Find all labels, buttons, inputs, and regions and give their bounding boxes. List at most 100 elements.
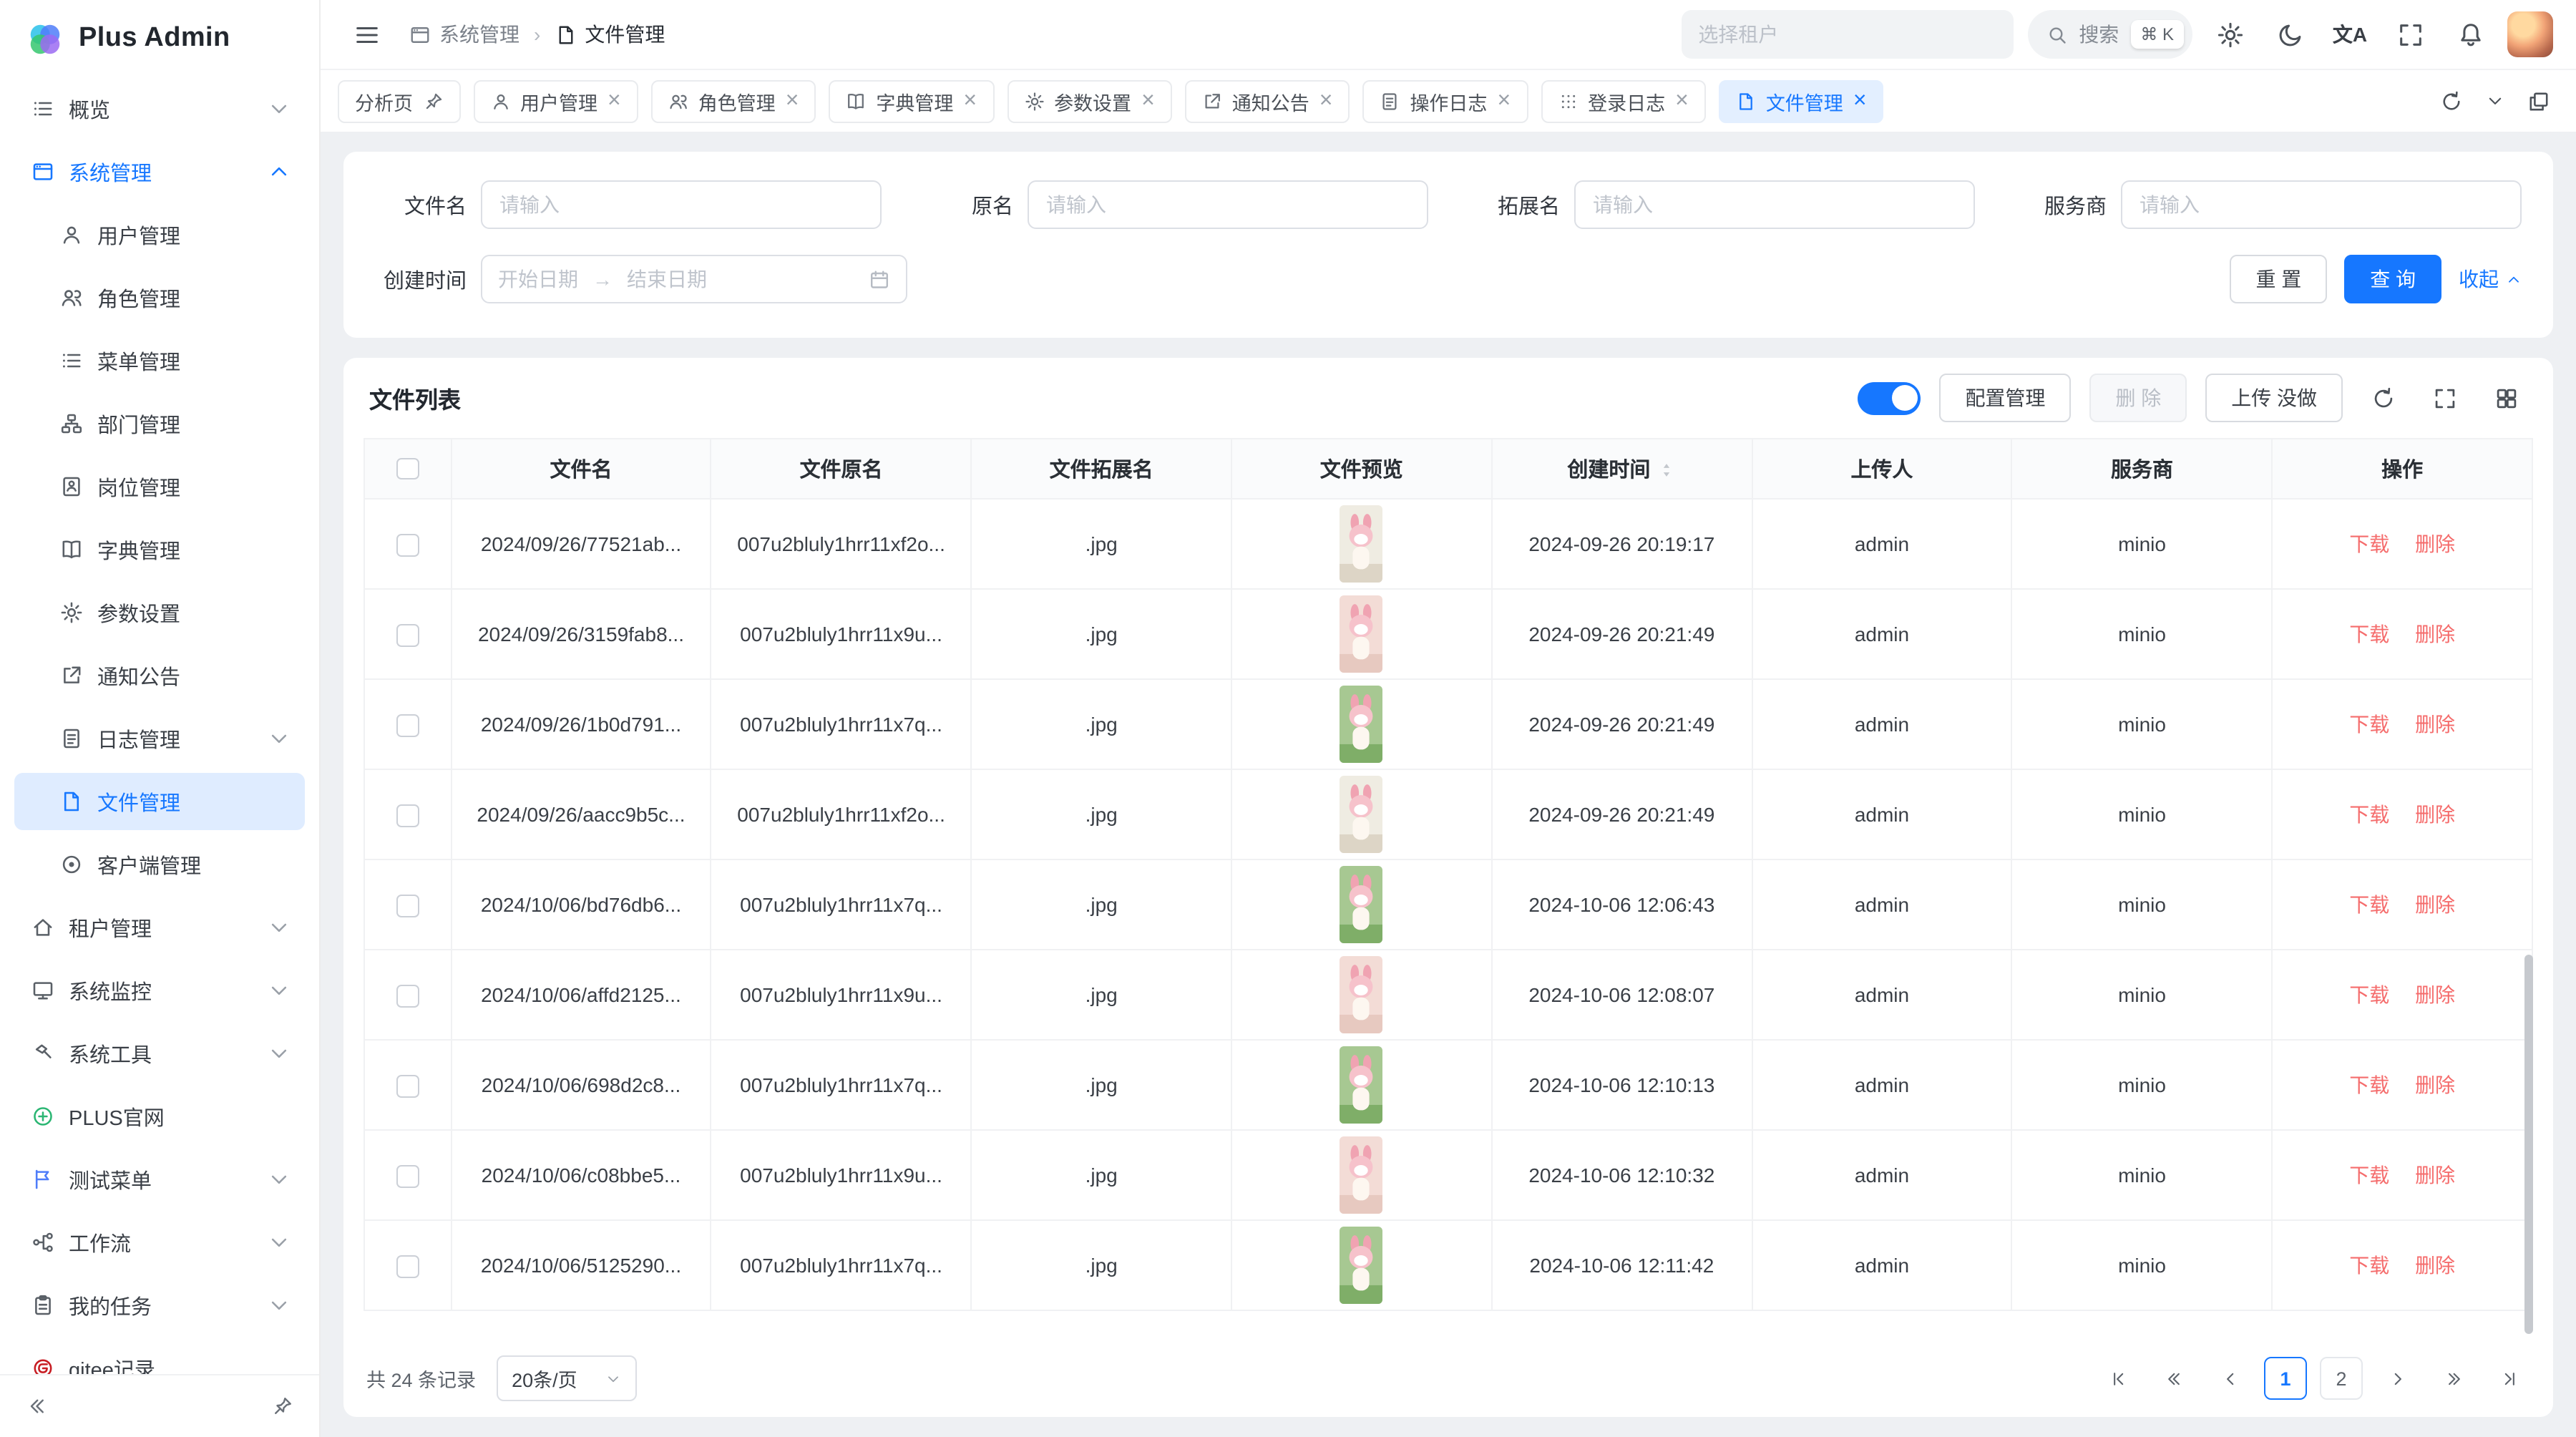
tab-close-icon[interactable]: ×	[1319, 89, 1333, 112]
download-link[interactable]: 下载	[2349, 1164, 2389, 1187]
delete-link[interactable]: 删除	[2415, 1073, 2455, 1096]
tab-close-icon[interactable]: ×	[608, 89, 621, 112]
delete-link[interactable]: 删除	[2415, 1164, 2455, 1187]
global-search[interactable]: 搜索 ⌘ K	[2027, 10, 2192, 59]
collapse-filter-link[interactable]: 收起	[2459, 265, 2522, 293]
sidebar-item[interactable]: 菜单管理	[14, 332, 305, 389]
delete-button[interactable]: 删 除	[2089, 374, 2187, 422]
file-preview-image[interactable]	[1340, 776, 1383, 853]
download-link[interactable]: 下载	[2349, 893, 2389, 916]
row-checkbox[interactable]	[396, 534, 419, 556]
row-checkbox[interactable]	[396, 1075, 419, 1097]
sidebar-item[interactable]: 角色管理	[14, 269, 305, 326]
tab[interactable]: 用户管理 ×	[473, 79, 638, 122]
sidebar-item[interactable]: 通知公告	[14, 647, 305, 704]
sidebar-item[interactable]: 概览	[14, 80, 305, 137]
file-preview-image[interactable]	[1340, 595, 1383, 673]
row-checkbox[interactable]	[396, 714, 419, 736]
sidebar-item[interactable]: 测试菜单	[14, 1151, 305, 1208]
fullscreen-list-button[interactable]	[2423, 376, 2466, 419]
notifications-button[interactable]	[2447, 11, 2493, 57]
row-checkbox[interactable]	[396, 1165, 419, 1187]
sidebar-item[interactable]: 系统管理	[14, 143, 305, 200]
tab[interactable]: 操作日志 ×	[1362, 79, 1528, 122]
sidebar-item[interactable]: 用户管理	[14, 206, 305, 263]
file-preview-image[interactable]	[1340, 686, 1383, 763]
table-scrollbar[interactable]	[2524, 955, 2533, 1334]
row-checkbox[interactable]	[396, 895, 419, 917]
app-logo[interactable]: Plus Admin	[0, 0, 319, 77]
sidebar-item[interactable]: 部门管理	[14, 395, 305, 452]
file-preview-image[interactable]	[1340, 1227, 1383, 1304]
tab[interactable]: 登录日志 ×	[1541, 79, 1706, 122]
row-checkbox[interactable]	[396, 804, 419, 827]
select-all-checkbox[interactable]	[396, 458, 419, 480]
filter-field-input[interactable]	[2121, 180, 2522, 229]
sidebar-item[interactable]: 字典管理	[14, 521, 305, 578]
file-preview-image[interactable]	[1340, 505, 1383, 583]
fullscreen-button[interactable]	[2387, 11, 2433, 57]
sidebar-toggle-button[interactable]	[343, 11, 389, 57]
filter-field-input[interactable]	[1574, 180, 1975, 229]
breadcrumb-item-file[interactable]: 文件管理	[555, 20, 665, 49]
sidebar-item[interactable]: 日志管理	[14, 710, 305, 767]
upload-button[interactable]: 上传 没做	[2205, 374, 2343, 422]
row-checkbox[interactable]	[396, 624, 419, 646]
toggle-switch[interactable]	[1858, 381, 1921, 414]
maximize-content-icon[interactable]	[2527, 89, 2550, 112]
delete-link[interactable]: 删除	[2415, 532, 2455, 555]
page-number-button[interactable]: 2	[2320, 1357, 2363, 1400]
settings-button[interactable]	[2207, 11, 2253, 57]
sort-icon[interactable]	[1657, 459, 1676, 480]
download-link[interactable]: 下载	[2349, 713, 2389, 736]
tab-close-icon[interactable]: ×	[1853, 89, 1867, 112]
next-page-button[interactable]	[2376, 1357, 2419, 1400]
download-link[interactable]: 下载	[2349, 1073, 2389, 1096]
tab-close-icon[interactable]: ×	[1141, 89, 1155, 112]
sidebar-item[interactable]: 系统工具	[14, 1025, 305, 1082]
file-preview-image[interactable]	[1340, 1046, 1383, 1124]
delete-link[interactable]: 删除	[2415, 713, 2455, 736]
download-link[interactable]: 下载	[2349, 983, 2389, 1006]
date-range-picker[interactable]: 开始日期 → 结束日期	[481, 255, 907, 303]
tab[interactable]: 角色管理 ×	[651, 79, 816, 122]
sidebar-item[interactable]: 我的任务	[14, 1277, 305, 1334]
reset-button[interactable]: 重 置	[2230, 255, 2327, 303]
breadcrumb-item-system[interactable]: 系统管理	[409, 20, 519, 49]
file-preview-image[interactable]	[1340, 866, 1383, 943]
next-group-button[interactable]	[2431, 1357, 2474, 1400]
tab[interactable]: 字典管理 ×	[829, 79, 994, 122]
last-page-button[interactable]	[2487, 1357, 2530, 1400]
prev-page-button[interactable]	[2208, 1357, 2251, 1400]
delete-link[interactable]: 删除	[2415, 893, 2455, 916]
delete-link[interactable]: 删除	[2415, 803, 2455, 826]
refresh-tabs-icon[interactable]	[2440, 89, 2463, 112]
tab-close-icon[interactable]: ×	[786, 89, 799, 112]
delete-link[interactable]: 删除	[2415, 623, 2455, 646]
prev-group-button[interactable]	[2152, 1357, 2195, 1400]
column-settings-button[interactable]	[2484, 376, 2527, 419]
sidebar-item[interactable]: 岗位管理	[14, 458, 305, 515]
tab-close-icon[interactable]: ×	[1675, 89, 1689, 112]
download-link[interactable]: 下载	[2349, 1254, 2389, 1277]
collapse-sidebar-button[interactable]	[17, 1386, 57, 1426]
filter-field-input[interactable]	[1028, 180, 1428, 229]
sidebar-item[interactable]: gitee记录	[14, 1340, 305, 1374]
theme-toggle-button[interactable]	[2267, 11, 2313, 57]
tab[interactable]: 参数设置 ×	[1007, 79, 1172, 122]
page-size-select[interactable]: 20条/页	[496, 1355, 636, 1401]
file-preview-image[interactable]	[1340, 1136, 1383, 1214]
file-preview-image[interactable]	[1340, 956, 1383, 1033]
download-link[interactable]: 下载	[2349, 532, 2389, 555]
filter-field-input[interactable]	[481, 180, 882, 229]
refresh-list-button[interactable]	[2361, 376, 2404, 419]
sidebar-item[interactable]: 参数设置	[14, 584, 305, 641]
tab[interactable]: 文件管理 ×	[1719, 79, 1884, 122]
sidebar-item[interactable]: 客户端管理	[14, 836, 305, 893]
sidebar-item[interactable]: PLUS官网	[14, 1088, 305, 1145]
tab[interactable]: 通知公告 ×	[1185, 79, 1350, 122]
sidebar-item[interactable]: 文件管理	[14, 773, 305, 830]
user-avatar[interactable]	[2507, 11, 2553, 57]
sidebar-item[interactable]: 系统监控	[14, 962, 305, 1019]
row-checkbox[interactable]	[396, 1255, 419, 1277]
